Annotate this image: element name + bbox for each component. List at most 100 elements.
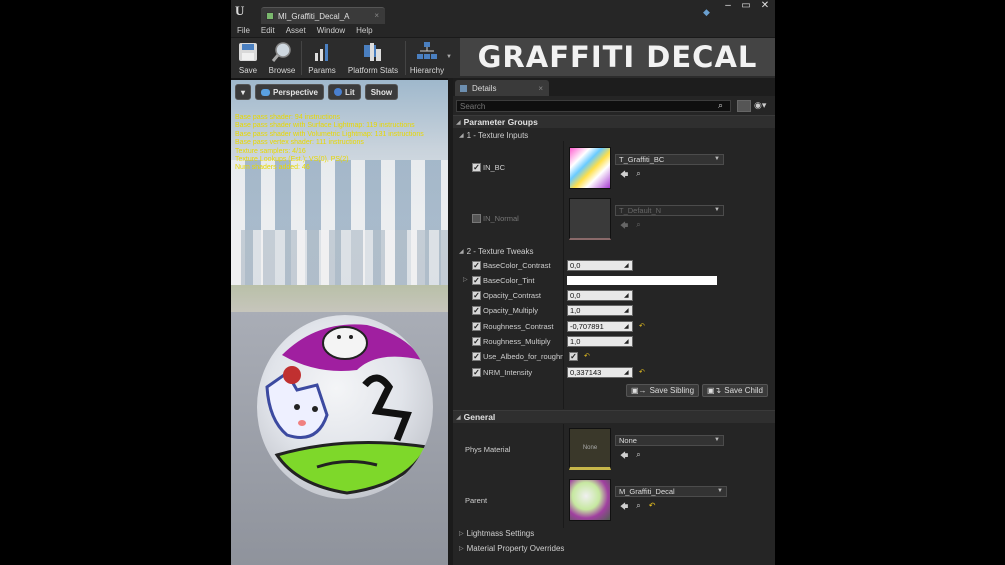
view-options-grid-button[interactable] — [737, 100, 751, 112]
show-button[interactable]: Show — [364, 84, 399, 100]
menu-window[interactable]: Window — [317, 26, 345, 35]
override-checkbox[interactable]: ✓ — [472, 337, 481, 346]
texture-dropdown[interactable]: T_Default_N ▼ — [615, 205, 724, 216]
general-header[interactable]: ◢ General — [453, 410, 775, 423]
spinner-icon[interactable]: ◢ — [624, 323, 630, 330]
color-swatch[interactable] — [567, 276, 717, 285]
override-checkbox[interactable]: ✓ — [472, 306, 481, 315]
browse-label: Browse — [268, 66, 296, 75]
param-opacity-multiply: ✓ Opacity_Multiply 1,0 ◢ — [453, 304, 775, 318]
use-selected-arrow-icon[interactable]: 🡄 — [620, 220, 628, 234]
close-button[interactable]: ✕ — [755, 0, 775, 14]
param-name: NRM_Intensity — [483, 368, 533, 377]
perspective-icon — [261, 88, 271, 96]
hierarchy-dropdown-icon[interactable]: ▼ — [446, 54, 452, 60]
hierarchy-button[interactable]: Hierarchy — [409, 38, 445, 79]
reset-to-default-icon[interactable]: ↶ — [639, 368, 645, 376]
override-checkbox[interactable]: ✓ — [472, 322, 481, 331]
value-field[interactable]: 0,337143 ◢ — [567, 367, 633, 378]
browse-search-icon[interactable]: ⌕ — [636, 220, 640, 234]
phys-material-dropdown[interactable]: None ▼ — [615, 435, 724, 446]
value-checkbox[interactable]: ✓ — [569, 352, 578, 361]
details-tab[interactable]: Details × — [455, 80, 549, 96]
texture-thumbnail[interactable] — [569, 147, 611, 189]
spinner-icon[interactable]: ◢ — [624, 369, 630, 376]
lightmass-settings-group[interactable]: ▷ Lightmass Settings — [453, 527, 775, 539]
asset-actions: 🡄 ⌕ — [620, 169, 641, 183]
menu-asset[interactable]: Asset — [286, 26, 306, 35]
tab-close-icon[interactable]: × — [374, 11, 379, 20]
phys-material-thumbnail[interactable]: None — [569, 428, 611, 470]
browse-search-icon[interactable]: ⌕ — [636, 169, 640, 183]
texture-tweaks-group[interactable]: ◢ 2 - Texture Tweaks — [453, 245, 775, 257]
spinner-icon[interactable]: ◢ — [624, 338, 630, 345]
value-text: 1,0 — [570, 337, 581, 346]
param-name: Use_Albedo_for_roughne — [483, 352, 563, 361]
platform-stats-button[interactable]: Platform Stats — [345, 38, 401, 79]
use-selected-arrow-icon[interactable]: 🡄 — [620, 450, 628, 464]
value-field[interactable]: 0,0 ◢ — [567, 290, 633, 301]
search-input[interactable] — [456, 100, 731, 112]
parameter-groups-header[interactable]: ◢ Parameter Groups — [453, 115, 775, 128]
param-name: IN_Normal — [483, 214, 519, 223]
reset-to-default-icon[interactable]: ↶ — [649, 501, 656, 515]
general-title: General — [463, 412, 496, 422]
menu-file[interactable]: File — [237, 26, 250, 35]
override-checkbox[interactable]: ✓ — [472, 163, 481, 172]
save-sibling-button[interactable]: ▣→ Save Sibling — [626, 384, 700, 397]
texture-dropdown[interactable]: T_Graffiti_BC ▼ — [615, 154, 724, 165]
browse-search-icon[interactable]: ⌕ — [636, 450, 640, 464]
menu-edit[interactable]: Edit — [261, 26, 275, 35]
menu-help[interactable]: Help — [356, 26, 372, 35]
override-checkbox[interactable] — [472, 214, 481, 223]
preview-viewport[interactable]: ▾ Perspective Lit Show Base pass shader:… — [231, 80, 448, 565]
override-checkbox[interactable]: ✓ — [472, 291, 481, 300]
override-checkbox[interactable]: ✓ — [472, 276, 481, 285]
use-selected-arrow-icon[interactable]: 🡄 — [620, 169, 628, 183]
parent-dropdown[interactable]: M_Graffiti_Decal ▼ — [615, 486, 727, 497]
params-button[interactable]: Params — [307, 38, 337, 79]
reset-to-default-icon[interactable]: ↶ — [639, 322, 645, 330]
toolbar-separator — [301, 41, 302, 75]
value-text: 0,0 — [570, 261, 581, 270]
restore-button[interactable]: ▭ — [737, 0, 755, 14]
override-checkbox[interactable]: ✓ — [472, 368, 481, 377]
spinner-icon[interactable]: ◢ — [624, 262, 630, 269]
viewport-toolbar: ▾ Perspective Lit Show — [235, 84, 399, 100]
asset-actions: 🡄 ⌕ — [620, 450, 641, 464]
viewport-options-button[interactable]: ▾ — [235, 84, 252, 100]
material-property-overrides-title: Material Property Overrides — [466, 543, 565, 553]
save-button[interactable]: Save — [235, 38, 261, 79]
value-field[interactable]: 1,0 ◢ — [567, 336, 633, 347]
material-property-overrides-group[interactable]: ▷ Material Property Overrides — [453, 542, 775, 554]
asset-tab[interactable]: MI_Graffiti_Decal_A × — [261, 7, 385, 24]
show-label: Show — [370, 87, 393, 97]
expand-arrow-icon[interactable]: ▷ — [463, 276, 468, 283]
browse-search-icon[interactable]: ⌕ — [636, 501, 640, 515]
texture-inputs-group[interactable]: ◢ 1 - Texture Inputs — [453, 129, 775, 141]
browse-button[interactable]: Browse — [267, 38, 297, 79]
texture-dropdown-value: T_Graffiti_BC — [619, 155, 665, 164]
details-tab-label: Details — [472, 83, 497, 93]
spinner-icon[interactable]: ◢ — [624, 292, 630, 299]
texture-thumbnail[interactable] — [569, 198, 611, 240]
hierarchy-label: Hierarchy — [409, 66, 445, 75]
eye-icon[interactable]: ◉▾ — [754, 100, 772, 112]
use-selected-arrow-icon[interactable]: 🡄 — [620, 501, 628, 515]
lit-button[interactable]: Lit — [327, 84, 361, 100]
spinner-icon[interactable]: ◢ — [624, 307, 630, 314]
override-checkbox[interactable]: ✓ — [472, 352, 481, 361]
parent-thumbnail[interactable] — [569, 479, 611, 521]
save-child-button[interactable]: ▣↴ Save Child — [702, 384, 768, 397]
minimize-button[interactable]: – — [719, 0, 737, 14]
override-checkbox[interactable]: ✓ — [472, 261, 481, 270]
perspective-button[interactable]: Perspective — [255, 84, 324, 100]
value-field[interactable]: -0,707891 ◢ — [567, 321, 633, 332]
reset-to-default-icon[interactable]: ↶ — [584, 352, 590, 360]
stat-line: Base pass shader with Surface Lightmap: … — [235, 122, 415, 130]
close-icon[interactable]: × — [538, 84, 543, 93]
value-field[interactable]: 1,0 ◢ — [567, 305, 633, 316]
value-field[interactable]: 0,0 ◢ — [567, 260, 633, 271]
help-icon[interactable]: ◆ — [703, 7, 715, 17]
phys-material-label: Phys Material — [465, 445, 511, 454]
